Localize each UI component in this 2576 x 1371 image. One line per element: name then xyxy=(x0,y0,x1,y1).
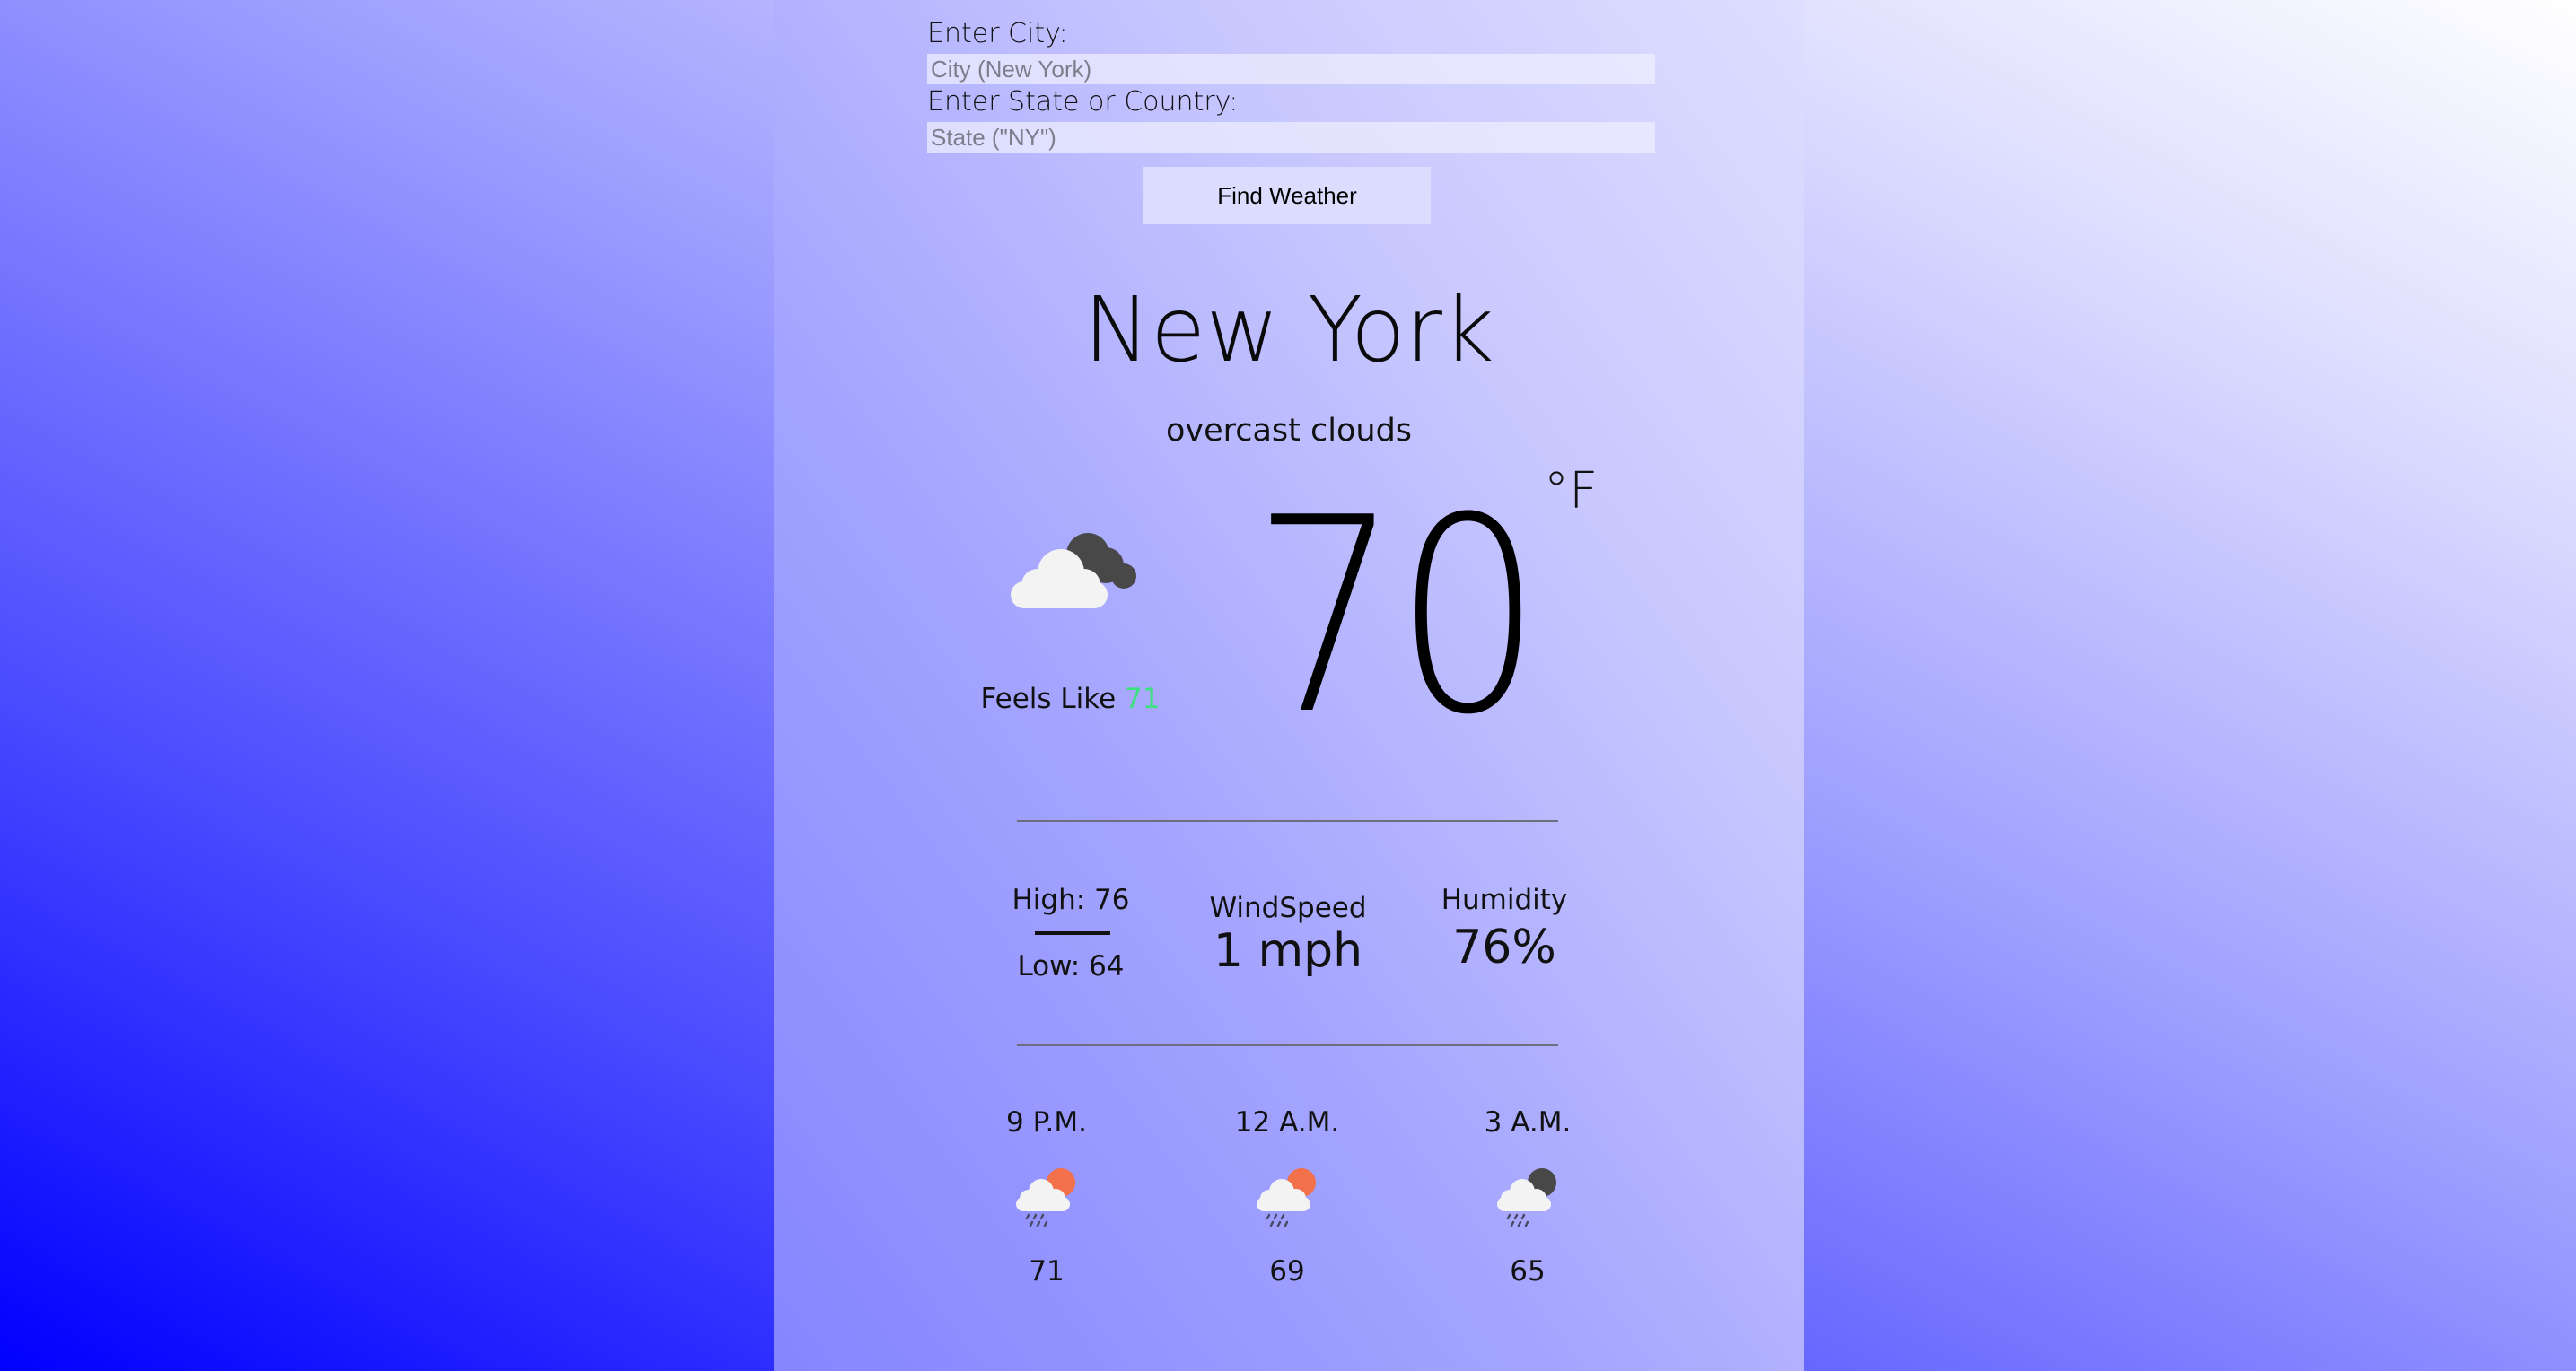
overcast-clouds-icon xyxy=(1011,533,1136,608)
rain-cloud-icon xyxy=(1497,1168,1556,1227)
humidity-label: Humidity xyxy=(1441,884,1568,916)
humidity-value: 76% xyxy=(1452,921,1556,974)
weather-description: overcast clouds xyxy=(1165,413,1413,449)
state-label: Enter State or Country: xyxy=(927,86,1239,118)
city-input[interactable] xyxy=(927,54,1655,84)
divider-bottom xyxy=(1017,1044,1558,1046)
forecast-time: 9 P.M. xyxy=(1006,1106,1087,1139)
city-label: Enter City: xyxy=(927,18,1068,49)
forecast-temp: 65 xyxy=(1510,1255,1546,1288)
wind-value: 1 mph xyxy=(1213,924,1363,978)
rain-sun-icon xyxy=(1257,1168,1316,1227)
temperature-unit: °F xyxy=(1544,462,1599,520)
high-low-separator xyxy=(1035,931,1110,935)
low-temp: Low: 64 xyxy=(1017,950,1125,982)
feels-like-value: 71 xyxy=(1125,683,1161,715)
forecast-temp: 69 xyxy=(1269,1255,1305,1288)
rain-sun-icon xyxy=(1016,1168,1075,1227)
forecast-time: 12 A.M. xyxy=(1234,1106,1340,1139)
feels-like: Feels Like 71 xyxy=(942,686,1198,713)
divider-top xyxy=(1017,820,1558,822)
current-temperature: 70 xyxy=(1252,460,1542,773)
high-temp: High: 76 xyxy=(1012,884,1130,916)
wind-label: WindSpeed xyxy=(1209,892,1367,924)
find-weather-button[interactable]: Find Weather xyxy=(1143,167,1431,224)
state-input[interactable] xyxy=(927,122,1655,153)
forecast-temp: 71 xyxy=(1029,1255,1065,1288)
forecast-time: 3 A.M. xyxy=(1484,1106,1572,1139)
feels-like-label: Feels Like xyxy=(980,683,1117,715)
city-name: New York xyxy=(1083,277,1494,382)
